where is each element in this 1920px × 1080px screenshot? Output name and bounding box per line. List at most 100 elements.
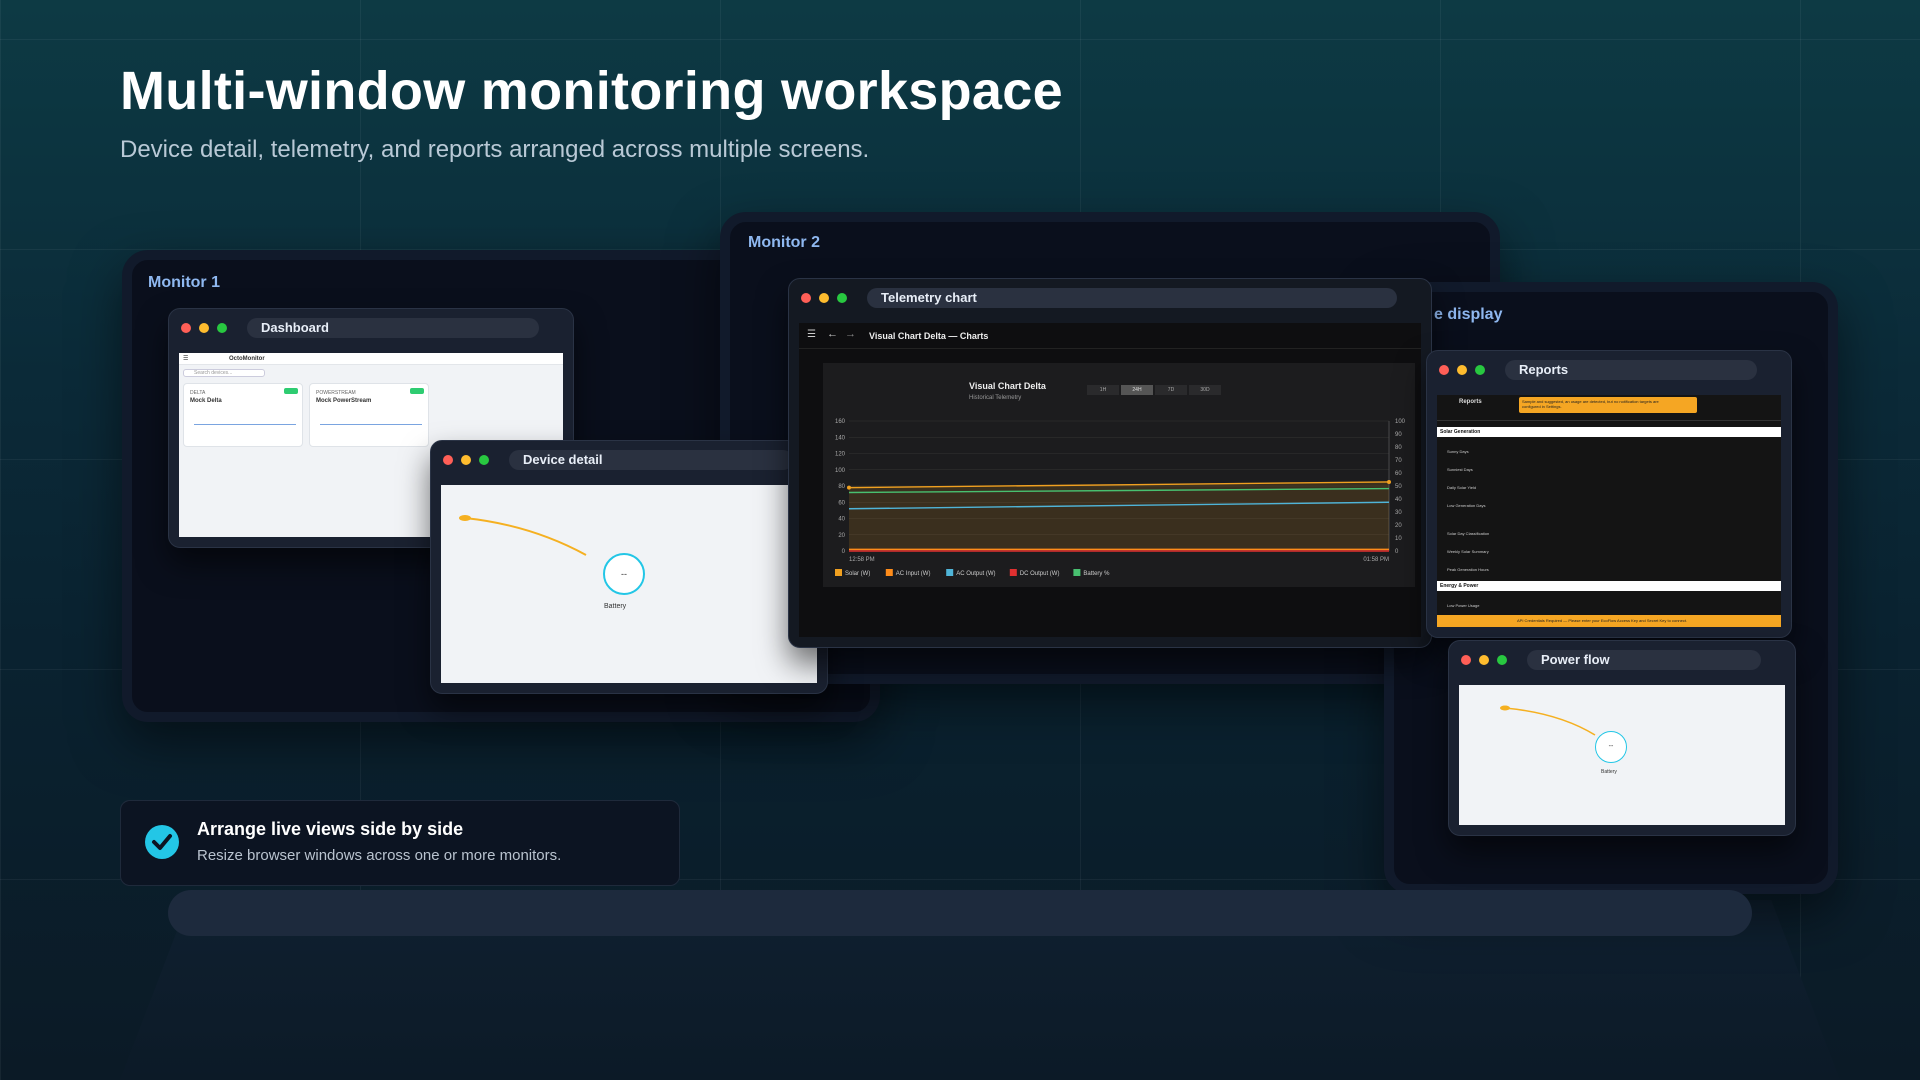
y-tick-left: 140 xyxy=(835,435,846,441)
legend-label: AC Output (W) xyxy=(956,571,995,577)
report-item[interactable]: Daily Solar Yield xyxy=(1447,485,1476,490)
close-icon[interactable] xyxy=(181,323,191,333)
y-tick-left: 80 xyxy=(838,484,845,490)
reports-page-title: Reports xyxy=(1459,399,1482,405)
device-detail-window[interactable]: Device detail -- Battery xyxy=(430,440,828,694)
power-flow-content: -- Battery xyxy=(1459,685,1785,825)
window-title: Reports xyxy=(1505,360,1757,380)
window-title: Dashboard xyxy=(247,318,539,338)
y-tick-right: 10 xyxy=(1395,536,1402,542)
chart-card: Visual Chart Delta Historical Telemetry … xyxy=(823,363,1415,587)
x-tick: 01:58 PM xyxy=(1363,557,1389,563)
monitor-3-label: e display xyxy=(1434,306,1503,323)
y-tick-right: 30 xyxy=(1395,510,1402,516)
status-badge xyxy=(410,388,424,394)
report-item[interactable]: Low Generation Days xyxy=(1447,503,1485,508)
battery-node[interactable]: -- xyxy=(603,553,645,595)
minimize-icon[interactable] xyxy=(1479,655,1489,665)
reports-window[interactable]: Reports Reports Sample and suggested, an… xyxy=(1426,350,1792,638)
maximize-icon[interactable] xyxy=(837,293,847,303)
y-tick-right: 100 xyxy=(1395,419,1406,425)
maximize-icon[interactable] xyxy=(1497,655,1507,665)
y-tick-left: 40 xyxy=(838,517,845,523)
monitor-1-label: Monitor 1 xyxy=(148,274,220,291)
close-icon[interactable] xyxy=(1439,365,1449,375)
report-item[interactable]: Low Power Usage xyxy=(1447,603,1479,608)
page-subtitle: Device detail, telemetry, and reports ar… xyxy=(120,136,870,163)
maximize-icon[interactable] xyxy=(1475,365,1485,375)
search-placeholder: Search devices... xyxy=(194,370,233,376)
legend-swatch xyxy=(1073,569,1081,576)
close-icon[interactable] xyxy=(1461,655,1471,665)
callout-text: Resize browser windows across one or mor… xyxy=(197,847,562,864)
section-header[interactable]: Solar Generation xyxy=(1437,427,1781,437)
device-card[interactable]: POWERSTREAM Mock PowerStream xyxy=(309,383,429,447)
legend-swatch xyxy=(1009,569,1017,576)
y-tick-right: 0 xyxy=(1395,549,1399,555)
legend-label: AC Input (W) xyxy=(896,571,931,577)
power-flow-window[interactable]: Power flow -- Battery xyxy=(1448,640,1796,836)
y-tick-left: 20 xyxy=(838,533,845,539)
minimize-icon[interactable] xyxy=(1457,365,1467,375)
progress-line xyxy=(320,424,422,425)
y-tick-right: 50 xyxy=(1395,484,1402,490)
reports-content: Reports Sample and suggested, an usage a… xyxy=(1437,395,1781,627)
y-tick-left: 160 xyxy=(835,419,846,425)
titlebar[interactable]: Device detail xyxy=(431,441,827,479)
legend-label: DC Output (W) xyxy=(1020,571,1060,577)
data-point xyxy=(1387,479,1391,484)
y-tick-right: 70 xyxy=(1395,458,1402,464)
api-footer-text: API Credentials Required — Please enter … xyxy=(1517,618,1688,623)
data-point xyxy=(847,485,851,490)
maximize-icon[interactable] xyxy=(479,455,489,465)
telemetry-content: ☰ ← → Visual Chart Delta — Charts Visual… xyxy=(799,323,1421,637)
callout-title: Arrange live views side by side xyxy=(197,819,464,839)
app-name: OctoMonitor xyxy=(229,356,265,362)
x-tick: 12:58 PM xyxy=(849,557,875,563)
maximize-icon[interactable] xyxy=(217,323,227,333)
minimize-icon[interactable] xyxy=(199,323,209,333)
report-item[interactable]: Weekly Solar Summary xyxy=(1447,549,1489,554)
close-icon[interactable] xyxy=(443,455,453,465)
search-input[interactable]: Search devices... xyxy=(183,369,265,377)
battery-value: -- xyxy=(621,569,627,579)
minimize-icon[interactable] xyxy=(819,293,829,303)
back-icon[interactable]: ← xyxy=(827,328,838,340)
titlebar[interactable]: Reports xyxy=(1427,351,1791,389)
y-tick-left: 0 xyxy=(842,549,846,555)
legend-swatch xyxy=(885,569,893,576)
report-item[interactable]: Sunny Days xyxy=(1447,449,1469,454)
telemetry-window[interactable]: Telemetry chart ☰ ← → Visual Chart Delta… xyxy=(788,278,1432,648)
alert-text: Sample and suggested, an usage are detec… xyxy=(1522,399,1659,409)
window-title: Telemetry chart xyxy=(867,288,1397,308)
y-tick-right: 60 xyxy=(1395,471,1402,477)
device-card[interactable]: DELTA Mock Delta xyxy=(183,383,303,447)
report-item[interactable]: Peak Generation Hours xyxy=(1447,567,1489,572)
y-tick-right: 90 xyxy=(1395,432,1402,438)
window-title: Device detail xyxy=(509,450,793,470)
report-item[interactable]: Sunniest Days xyxy=(1447,467,1473,472)
feature-callout: Arrange live views side by side Resize b… xyxy=(120,800,680,886)
status-badge xyxy=(284,388,298,394)
monitor-2-label: Monitor 2 xyxy=(748,234,820,251)
battery-node[interactable]: -- xyxy=(1595,731,1627,763)
headline: Multi-window monitoring workspace Device… xyxy=(120,60,1063,164)
titlebar[interactable]: Telemetry chart xyxy=(789,279,1431,317)
device-type: POWERSTREAM xyxy=(316,390,356,396)
titlebar[interactable]: Power flow xyxy=(1449,641,1795,679)
minimize-icon[interactable] xyxy=(461,455,471,465)
y-tick-right: 80 xyxy=(1395,445,1402,451)
legend-label: Battery % xyxy=(1083,571,1110,577)
close-icon[interactable] xyxy=(801,293,811,303)
device-type: DELTA xyxy=(190,390,206,396)
section-header[interactable]: Energy & Power xyxy=(1437,581,1781,591)
alert-banner: Sample and suggested, an usage are detec… xyxy=(1519,397,1697,413)
titlebar[interactable]: Dashboard xyxy=(169,309,573,347)
legend-swatch xyxy=(946,569,954,576)
report-item[interactable]: Solar Day Classification xyxy=(1447,531,1489,536)
y-tick-left: 60 xyxy=(838,500,845,506)
forward-icon[interactable]: → xyxy=(845,328,856,340)
menu-icon[interactable]: ☰ xyxy=(183,355,188,362)
menu-icon[interactable]: ☰ xyxy=(807,329,816,340)
breadcrumb: Visual Chart Delta — Charts xyxy=(869,331,989,341)
